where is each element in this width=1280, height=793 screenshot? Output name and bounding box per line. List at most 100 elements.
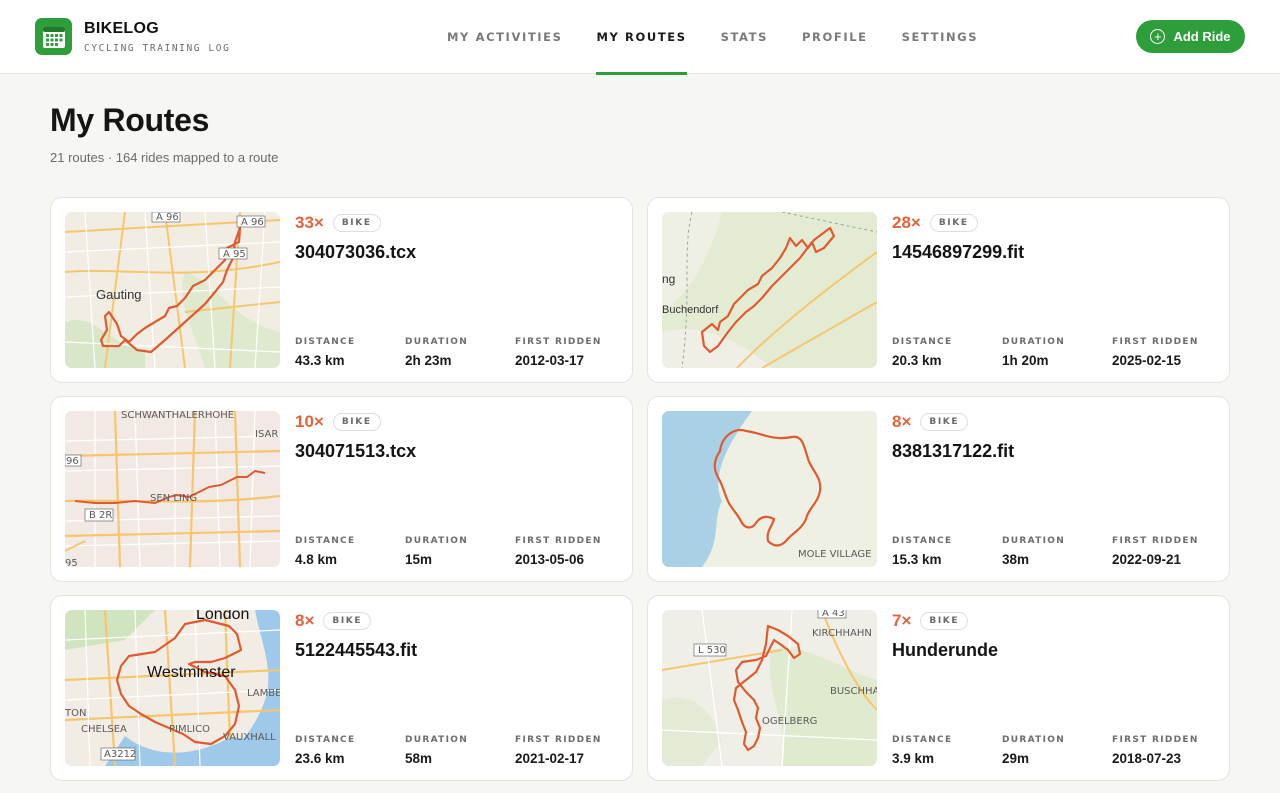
app-tagline: CYCLING TRAINING LOG — [84, 42, 231, 54]
first-ridden-value: 2018-07-23 — [1112, 751, 1182, 766]
map-label: SCHWANTHALERHOHE — [121, 411, 234, 421]
map-label: London — [196, 610, 249, 623]
add-ride-label: Add Ride — [1173, 29, 1231, 44]
route-map[interactable]: SCHWANTHALERHOHE ISAR 96 SEN LING B 2R 9… — [65, 411, 280, 567]
ride-count: 8× — [295, 611, 315, 630]
map-label: VAUXHALL — [223, 732, 276, 743]
route-name[interactable]: 304071513.tcx — [295, 441, 618, 462]
activity-type-badge: BIKE — [929, 214, 978, 232]
first-ridden-value: 2021-02-17 — [515, 751, 585, 766]
distance-value: 3.9 km — [892, 751, 935, 766]
ride-count: 28× — [892, 213, 921, 232]
map-label: L 530 — [698, 645, 726, 656]
nav-profile[interactable]: PROFILE — [785, 0, 885, 74]
first-ridden-value: 2025-02-15 — [1112, 353, 1182, 368]
duration-value: 15m — [405, 552, 433, 567]
map-label: A 96 — [156, 212, 179, 223]
first-ridden-label: FIRST RIDDEN — [515, 337, 602, 347]
route-name[interactable]: 5122445543.fit — [295, 640, 618, 661]
ride-count: 33× — [295, 213, 324, 232]
distance-label: DISTANCE — [892, 536, 953, 546]
map-label: A3212 — [104, 749, 136, 760]
route-name[interactable]: 304073036.tcx — [295, 242, 618, 263]
map-label: PIMLICO — [169, 724, 210, 735]
ride-count: 7× — [892, 611, 912, 630]
map-label: ISAR — [255, 429, 278, 440]
map-label: CHELSEA — [81, 724, 127, 735]
nav-settings[interactable]: SETTINGS — [885, 0, 996, 74]
nav-my-activities[interactable]: MY ACTIVITIES — [430, 0, 579, 74]
activity-type-badge: BIKE — [332, 214, 381, 232]
map-label: A 95 — [223, 249, 246, 260]
map-label: OGELBERG — [762, 716, 817, 727]
activity-type-badge: BIKE — [920, 612, 969, 630]
map-label: A 96 — [241, 217, 264, 228]
duration-label: DURATION — [1002, 536, 1066, 546]
map-label: BUSCHHA — [830, 686, 877, 697]
route-card[interactable]: London Westminster LAMBE TON CHELSEA PIM… — [50, 595, 633, 781]
route-card[interactable]: SCHWANTHALERHOHE ISAR 96 SEN LING B 2R 9… — [50, 396, 633, 582]
route-map[interactable]: A 43 KIRCHHAHN L 530 BUSCHHA OGELBERG — [662, 610, 877, 766]
route-map[interactable]: A 96 A 96 A 95 Gauting — [65, 212, 280, 368]
calendar-logo-icon — [35, 18, 72, 55]
nav-my-routes[interactable]: MY ROUTES — [579, 0, 703, 75]
activity-type-badge: BIKE — [332, 413, 381, 431]
first-ridden-label: FIRST RIDDEN — [515, 735, 602, 745]
activity-type-badge: BIKE — [920, 413, 969, 431]
top-navigation-bar: BIKELOG CYCLING TRAINING LOG MY ACTIVITI… — [0, 0, 1280, 75]
route-card[interactable]: A 96 A 96 A 95 Gauting 33× BIKE 30407303… — [50, 197, 633, 383]
distance-value: 4.8 km — [295, 552, 338, 567]
page-subtitle: 21 routes · 164 rides mapped to a route — [50, 150, 279, 165]
route-name[interactable]: 8381317122.fit — [892, 441, 1215, 462]
distance-label: DISTANCE — [295, 735, 356, 745]
duration-value: 38m — [1002, 552, 1030, 567]
map-label: Buchendorf — [662, 304, 719, 316]
map-label: LAMBE — [247, 688, 280, 699]
first-ridden-label: FIRST RIDDEN — [1112, 337, 1199, 347]
duration-label: DURATION — [1002, 337, 1066, 347]
first-ridden-value: 2013-05-06 — [515, 552, 585, 567]
add-ride-button[interactable]: + Add Ride — [1136, 20, 1245, 53]
route-name[interactable]: Hunderunde — [892, 640, 1215, 661]
distance-label: DISTANCE — [295, 337, 356, 347]
main-nav: MY ACTIVITIES MY ROUTES STATS PROFILE SE… — [430, 0, 996, 75]
map-label: B 2R — [89, 510, 112, 521]
ride-count: 10× — [295, 412, 324, 431]
duration-label: DURATION — [1002, 735, 1066, 745]
route-map[interactable]: London Westminster LAMBE TON CHELSEA PIM… — [65, 610, 280, 766]
nav-stats[interactable]: STATS — [704, 0, 785, 74]
map-label: Gauting — [96, 287, 142, 302]
route-map[interactable]: MOLE VILLAGE — [662, 411, 877, 567]
activity-type-badge: BIKE — [323, 612, 372, 630]
distance-label: DISTANCE — [892, 735, 953, 745]
map-label: 95 — [65, 558, 78, 567]
distance-label: DISTANCE — [295, 536, 356, 546]
app-name: BIKELOG — [84, 19, 159, 37]
map-label: ng — [662, 272, 675, 286]
first-ridden-label: FIRST RIDDEN — [1112, 536, 1199, 546]
duration-label: DURATION — [405, 536, 469, 546]
distance-label: DISTANCE — [892, 337, 953, 347]
duration-label: DURATION — [405, 337, 469, 347]
map-label: 96 — [66, 456, 79, 467]
page-title: My Routes — [50, 102, 210, 138]
route-map[interactable]: ng Buchendorf — [662, 212, 877, 368]
distance-value: 23.6 km — [295, 751, 345, 766]
duration-value: 2h 23m — [405, 353, 452, 368]
route-card[interactable]: ng Buchendorf 28× BIKE 14546897299.fit D… — [647, 197, 1230, 383]
distance-value: 20.3 km — [892, 353, 942, 368]
brand[interactable]: BIKELOG CYCLING TRAINING LOG — [35, 18, 230, 55]
route-name[interactable]: 14546897299.fit — [892, 242, 1215, 263]
map-label: SEN LING — [150, 493, 197, 504]
map-label: A 43 — [822, 610, 845, 619]
route-card[interactable]: A 43 KIRCHHAHN L 530 BUSCHHA OGELBERG 7×… — [647, 595, 1230, 781]
duration-value: 29m — [1002, 751, 1030, 766]
duration-label: DURATION — [405, 735, 469, 745]
map-label: Westminster — [147, 664, 236, 681]
plus-circle-icon: + — [1150, 29, 1166, 44]
map-label: KIRCHHAHN — [812, 628, 872, 639]
route-card[interactable]: MOLE VILLAGE 8× BIKE 8381317122.fit DIST… — [647, 396, 1230, 582]
map-label: MOLE VILLAGE — [798, 549, 871, 560]
distance-value: 15.3 km — [892, 552, 942, 567]
first-ridden-label: FIRST RIDDEN — [515, 536, 602, 546]
